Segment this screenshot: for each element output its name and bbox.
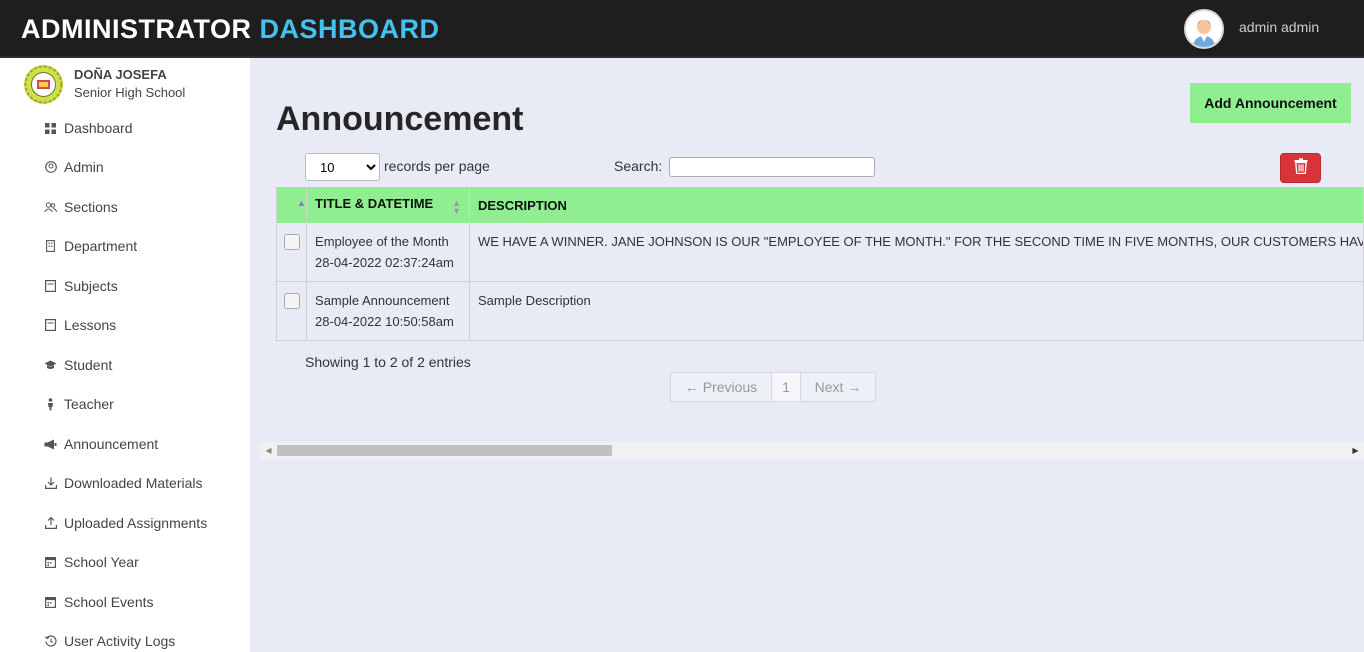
school-name-line1: DOÑA JOSEFA [74,67,167,82]
sidebar: DOÑA JOSEFA Senior High School Dashboard… [0,58,250,652]
announcement-table: ▲ TITLE & DATETIME ▲ ▼ DESCRIPTION Employ… [275,187,1364,341]
bullhorn-icon [44,438,57,451]
scroll-thumb[interactable] [277,445,612,456]
records-per-page-select[interactable]: 10 [305,153,380,181]
calendar-icon [44,556,57,569]
sidebar-item-school-events[interactable]: School Events [44,590,154,614]
title-cell: Sample Announcement 28-04-2022 10:50:58a… [306,281,470,341]
horizontal-scrollbar[interactable]: ◀ ▶ [260,442,1364,459]
users-icon [44,201,57,214]
scroll-left-arrow-icon[interactable]: ◀ [260,442,277,459]
sidebar-item-student[interactable]: Student [44,353,112,377]
sidebar-item-label: Announcement [64,436,159,452]
calendar-icon [44,596,57,609]
sidebar-item-label: Teacher [64,396,114,412]
add-announcement-button[interactable]: Add Announcement [1190,83,1351,123]
grid-icon [44,122,57,135]
history-icon [44,635,57,648]
sidebar-item-department[interactable]: Department [44,234,137,258]
sidebar-item-label: Uploaded Assignments [64,515,208,531]
sidebar-item-label: Dashboard [64,120,133,136]
announcement-datetime: 28-04-2022 10:50:58am [315,314,454,329]
page-number-button[interactable]: 1 [772,373,801,401]
sidebar-item-uploaded-assignments[interactable]: Uploaded Assignments [44,511,207,535]
next-page-button[interactable]: Next → [801,373,875,401]
user-circle-icon [44,161,57,174]
previous-page-button[interactable]: ← Previous [671,373,772,401]
title-column-header[interactable]: TITLE & DATETIME ▲ ▼ [306,187,470,223]
upload-icon [44,517,57,530]
table-row[interactable]: Sample Announcement 28-04-2022 10:50:58a… [275,281,1364,341]
user-avatar-icon[interactable] [1184,9,1224,49]
sidebar-item-dashboard[interactable]: Dashboard [44,116,133,140]
sidebar-item-school-year[interactable]: School Year [44,550,139,574]
page-title: Announcement [276,100,524,138]
building-icon [44,240,57,253]
sort-icon: ▲ ▼ [452,197,461,216]
table-info: Showing 1 to 2 of 2 entries [305,354,471,370]
announcement-title: Employee of the Month [315,234,449,249]
title-accent: DASHBOARD [259,14,440,44]
description-cell: WE HAVE A WINNER. JANE JOHNSON IS OUR "E… [469,223,1364,282]
search-input[interactable] [669,157,875,177]
sidebar-item-label: Sections [64,199,118,215]
person-icon [44,397,57,411]
sidebar-item-label: Downloaded Materials [64,475,203,491]
search-label: Search: [614,158,663,174]
graduation-cap-icon [44,359,57,372]
download-icon [44,477,57,490]
sort-asc-icon: ▲ [297,197,306,208]
sidebar-item-subjects[interactable]: Subjects [44,274,118,298]
description-column-label: DESCRIPTION [477,197,567,213]
school-logo-icon [24,65,63,104]
book-icon [44,280,57,293]
table-row[interactable]: Employee of the Month 28-04-2022 02:37:2… [275,223,1364,282]
trash-icon [1294,158,1308,178]
scroll-right-arrow-icon[interactable]: ▶ [1347,442,1364,459]
sidebar-item-sections[interactable]: Sections [44,195,118,219]
sidebar-item-label: Subjects [64,278,118,294]
table-header-row: ▲ TITLE & DATETIME ▲ ▼ DESCRIPTION [275,187,1364,223]
sidebar-item-user-activity-logs[interactable]: User Activity Logs [44,629,175,652]
sidebar-item-label: School Events [64,594,154,610]
description-cell: Sample Description [469,281,1364,341]
book-icon [44,319,57,332]
records-per-page-label: records per page [384,158,490,174]
delete-button[interactable] [1280,153,1321,183]
school-name-line2: Senior High School [74,85,186,100]
user-name[interactable]: admin admin [1239,19,1319,35]
title-main: ADMINISTRATOR [21,14,252,44]
announcement-title: Sample Announcement [315,293,450,308]
row-checkbox-cell [275,281,308,341]
sidebar-item-lessons[interactable]: Lessons [44,313,116,337]
sidebar-item-admin[interactable]: Admin [44,155,104,179]
announcement-datetime: 28-04-2022 02:37:24am [315,255,454,270]
sidebar-item-teacher[interactable]: Teacher [44,392,114,416]
dashboard-title: ADMINISTRATOR DASHBOARD [21,14,440,45]
school-name: DOÑA JOSEFA Senior High School [74,66,185,102]
sidebar-item-label: Admin [64,159,104,175]
sidebar-item-downloaded-materials[interactable]: Downloaded Materials [44,471,203,495]
description-column-header[interactable]: DESCRIPTION [469,187,1364,223]
title-cell: Employee of the Month 28-04-2022 02:37:2… [306,223,470,282]
row-checkbox[interactable] [283,293,300,309]
sidebar-item-label: User Activity Logs [64,633,176,649]
sidebar-item-label: School Year [64,554,139,570]
sidebar-item-announcement[interactable]: Announcement [44,432,158,456]
sidebar-item-label: Lessons [64,317,117,333]
title-column-label: TITLE & DATETIME [315,195,434,211]
sidebar-item-label: Student [64,357,113,373]
pagination: ← Previous 1 Next → [670,372,876,402]
row-checkbox[interactable] [283,234,300,250]
row-checkbox-cell [275,223,308,282]
sidebar-item-label: Department [64,238,138,254]
select-column-header[interactable]: ▲ [275,187,308,223]
top-bar: ADMINISTRATOR DASHBOARD admin admin [0,0,1364,58]
